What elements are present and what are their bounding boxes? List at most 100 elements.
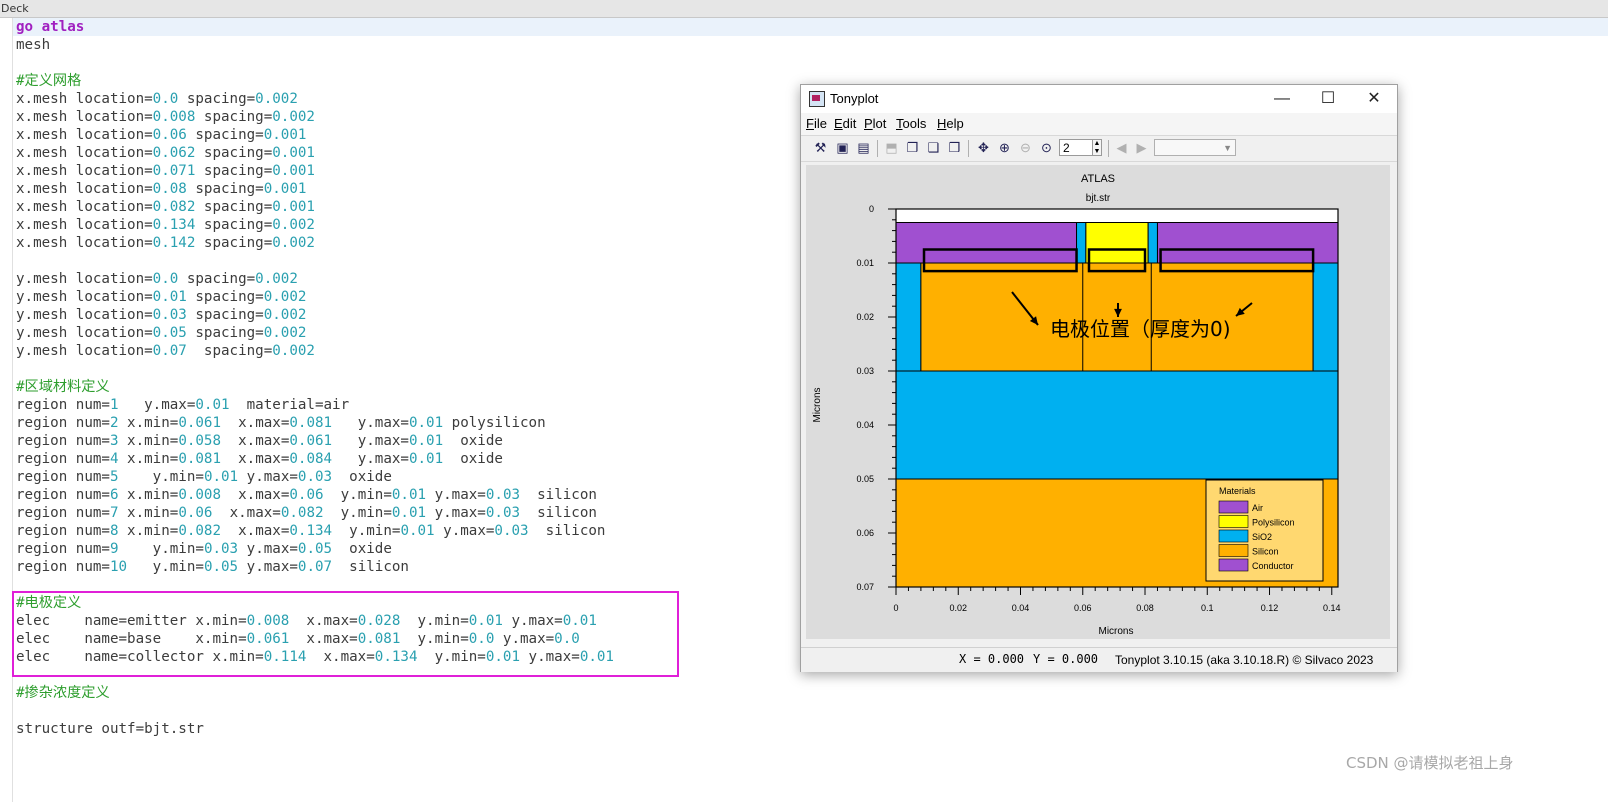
menu-plot[interactable]: Plot (864, 116, 886, 131)
x-coordinate: X = 0.000 (959, 652, 1025, 666)
code-line[interactable]: x.mesh location=0.134 spacing=0.002 (16, 216, 614, 234)
legend-item-label: Air (1252, 503, 1263, 513)
code-line[interactable]: #定义网格 (16, 72, 614, 90)
code-line[interactable]: structure outf=bjt.str (16, 720, 614, 738)
plot-select-dropdown[interactable]: ▼ (1154, 139, 1236, 156)
import-icon[interactable]: ▣ (835, 140, 850, 155)
code-line[interactable]: region num=2 x.min=0.061 x.max=0.081 y.m… (16, 414, 614, 432)
code-token: #区域材料定义 (16, 379, 110, 395)
code-line[interactable] (16, 360, 614, 378)
pan-icon[interactable]: ✥ (976, 140, 991, 155)
code-line[interactable]: x.mesh location=0.062 spacing=0.001 (16, 144, 614, 162)
code-line[interactable]: x.mesh location=0.008 spacing=0.002 (16, 108, 614, 126)
toolbar: ⚒ ▣ ▤ ⬒ ❐ ❑ ❒ ✥ ⊕ ⊖ ⊙ 2 ▲ ▼ ◀ ▶ ▼ (801, 136, 1397, 162)
menu-file[interactable]: File (806, 116, 827, 131)
window-titlebar[interactable]: Tonyplot — ☐ ✕ (801, 85, 1397, 113)
code-token: y.max= (332, 415, 409, 431)
code-line[interactable]: region num=4 x.min=0.081 x.max=0.084 y.m… (16, 450, 614, 468)
code-token: 0.03 (203, 541, 239, 557)
code-line[interactable]: x.mesh location=0.071 spacing=0.001 (16, 162, 614, 180)
print-icon[interactable]: ▤ (856, 140, 871, 155)
deck-label: Deck (1, 2, 29, 15)
code-token: x.mesh location= (16, 235, 153, 251)
copy-icon[interactable]: ❐ (905, 140, 920, 155)
status-bar: X = 0.000 Y = 0.000 Tonyplot 3.10.15 (ak… (801, 647, 1397, 672)
menu-tools[interactable]: Tools (896, 116, 926, 131)
code-line[interactable]: y.mesh location=0.05 spacing=0.002 (16, 324, 614, 342)
code-token: y.mesh location= (16, 343, 153, 359)
code-token: 0.01 (408, 433, 444, 449)
code-token: 0.002 (272, 109, 315, 125)
code-token: 0.07 (152, 343, 187, 359)
code-line[interactable]: region num=1 y.max=0.01 material=air (16, 396, 614, 414)
code-token: 0.082 (152, 199, 196, 215)
plot-area[interactable]: ATLAS bjt.str 0 0.01 0.02 0.03 0.04 0.05 0.06 0.0… (806, 165, 1390, 639)
code-line[interactable]: y.mesh location=0.01 spacing=0.002 (16, 288, 614, 306)
code-line[interactable]: x.mesh location=0.0 spacing=0.002 (16, 90, 614, 108)
code-line[interactable]: region num=8 x.min=0.082 x.max=0.134 y.m… (16, 522, 614, 540)
code-line[interactable]: x.mesh location=0.08 spacing=0.001 (16, 180, 614, 198)
code-token: y.min= (127, 559, 204, 575)
code-line[interactable] (16, 252, 614, 270)
code-line[interactable]: x.mesh location=0.06 spacing=0.001 (16, 126, 614, 144)
code-token: 0.061 (289, 433, 333, 449)
code-token: 0.058 (178, 433, 222, 449)
code-line[interactable]: region num=6 x.min=0.008 x.max=0.06 y.mi… (16, 486, 614, 504)
code-line[interactable]: y.mesh location=0.07 spacing=0.002 (16, 342, 614, 360)
zoom-out-icon[interactable]: ⊖ (1018, 140, 1033, 155)
legend-swatch (1218, 529, 1249, 543)
code-token: x.min= (118, 415, 179, 431)
code-token: 0.01 (400, 523, 435, 539)
zoom-box-icon[interactable]: ⊙ (1039, 140, 1054, 155)
code-token: spacing= (195, 109, 273, 125)
minimize-icon[interactable]: — (1259, 85, 1305, 113)
legend-swatch (1218, 544, 1249, 557)
code-token: 0.134 (152, 217, 196, 233)
code-line[interactable]: region num=5 y.min=0.01 y.max=0.03 oxide (16, 468, 614, 486)
prev-plot-icon[interactable]: ◀ (1114, 140, 1129, 155)
code-line[interactable]: mesh (16, 36, 614, 54)
code-line[interactable] (16, 54, 614, 72)
x-tick-label: 0 (893, 603, 898, 613)
code-token: region num= (16, 415, 110, 431)
zoom-stepper[interactable]: ▲ ▼ (1092, 139, 1102, 156)
code-token: x.mesh location= (16, 91, 153, 107)
tonyplot-window[interactable]: Tonyplot — ☐ ✕ File Edit Plot Tools Help… (800, 84, 1398, 672)
open-icon[interactable]: ⚒ (813, 140, 828, 155)
paste-icon[interactable]: ❑ (926, 140, 941, 155)
close-icon[interactable]: ✕ (1351, 85, 1397, 113)
code-token: region num= (16, 397, 110, 413)
structure-plot[interactable]: ATLAS bjt.str 0 0.01 0.02 0.03 0.04 0.05 0.06 0.0… (806, 165, 1390, 639)
select-icon[interactable]: ⬒ (884, 140, 899, 155)
code-token: 0.03 (494, 523, 529, 539)
zoom-in-icon[interactable]: ⊕ (997, 140, 1012, 155)
legend-swatch (1218, 515, 1249, 528)
duplicate-icon[interactable]: ❒ (947, 140, 962, 155)
code-line[interactable]: #区域材料定义 (16, 378, 614, 396)
menu-help[interactable]: Help (937, 116, 964, 131)
code-line[interactable]: region num=7 x.min=0.06 x.max=0.082 y.mi… (16, 504, 614, 522)
code-line[interactable]: go atlas (16, 18, 614, 36)
code-line[interactable]: x.mesh location=0.142 spacing=0.002 (16, 234, 614, 252)
code-line[interactable]: region num=3 x.min=0.058 x.max=0.061 y.m… (16, 432, 614, 450)
code-line[interactable]: y.mesh location=0.03 spacing=0.002 (16, 306, 614, 324)
region-air (895, 208, 1339, 223)
code-token: x.mesh location= (16, 181, 153, 197)
y-tick-label: 0.03 (856, 366, 874, 376)
code-line[interactable]: region num=9 y.min=0.03 y.max=0.05 oxide (16, 540, 614, 558)
next-plot-icon[interactable]: ▶ (1134, 140, 1149, 155)
code-token: 5 (109, 469, 119, 485)
code-line[interactable]: y.mesh location=0.0 spacing=0.002 (16, 270, 614, 288)
plot-subtitle: bjt.str (1086, 193, 1111, 204)
maximize-icon[interactable]: ☐ (1305, 85, 1351, 113)
x-tick-label: 0.04 (1012, 603, 1030, 613)
menu-edit[interactable]: Edit (834, 116, 856, 131)
code-line[interactable] (16, 702, 614, 720)
code-line[interactable]: x.mesh location=0.082 spacing=0.001 (16, 198, 614, 216)
code-token: 0.01 (203, 469, 239, 485)
code-token: x.mesh location= (16, 109, 153, 125)
code-token: 0.0 (152, 271, 179, 287)
editor-gutter (12, 18, 13, 802)
code-line[interactable]: region num=10 y.min=0.05 y.max=0.07 sili… (16, 558, 614, 576)
code-line[interactable]: #掺杂浓度定义 (16, 684, 614, 702)
